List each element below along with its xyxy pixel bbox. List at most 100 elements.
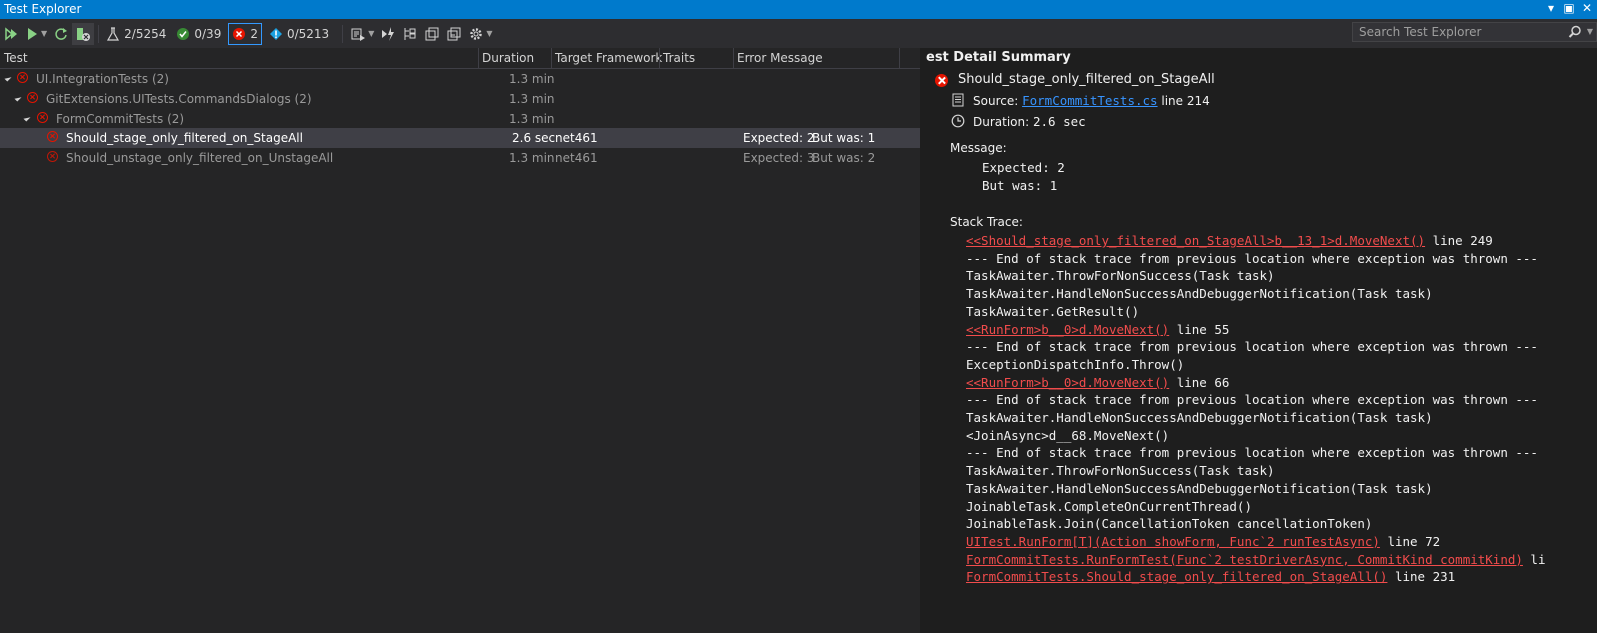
stack-frame-text: --- End of stack trace from previous loc… [966, 445, 1538, 461]
cancel-button[interactable] [72, 22, 95, 45]
stack-frame: <JoinAsync>d__68.MoveNext() [966, 428, 1169, 443]
playlist-icon [351, 28, 366, 41]
failed-icon [37, 112, 48, 123]
stack-trace-label: Stack Trace: [950, 215, 1023, 229]
maximize-icon[interactable]: ▣ [1563, 1, 1575, 15]
window-controls: ▾ ▣ ✕ [1545, 1, 1593, 15]
stack-frame-link[interactable]: <<RunForm>b__0>d.MoveNext() [966, 322, 1169, 337]
column-divider[interactable] [899, 48, 900, 68]
test-duration: 1.3 min [509, 151, 555, 165]
stack-frame-text: line 66 [1169, 374, 1230, 390]
error-expected: Expected: 3 [743, 151, 815, 165]
stack-frame[interactable]: UITest.RunForm[T](Action showForm, Func`… [966, 534, 1440, 549]
run-after-build-button[interactable] [377, 23, 399, 45]
stack-frame[interactable]: <<Should_stage_only_filtered_on_StageAll… [966, 233, 1493, 248]
collapse-all-button[interactable] [443, 23, 465, 45]
dropdown-icon[interactable]: ▾ [1545, 1, 1557, 15]
test-name: Should_stage_only_filtered_on_StageAll [66, 131, 303, 145]
playlist-button[interactable]: ▼ [347, 23, 377, 45]
column-divider[interactable] [659, 48, 660, 68]
stack-frame: --- End of stack trace from previous loc… [966, 251, 1538, 266]
table-row[interactable]: GitExtensions.UITests.CommandsDialogs (2… [0, 89, 920, 109]
failed-tests-filter[interactable]: 2 [228, 22, 262, 45]
table-row[interactable]: Should_unstage_only_filtered_on_UnstageA… [0, 148, 920, 168]
stack-frame: TaskAwaiter.HandleNonSuccessAndDebuggerN… [966, 481, 1433, 496]
stack-frame-text: <JoinAsync>d__68.MoveNext() [966, 427, 1170, 443]
passed-tests-filter[interactable]: 0/39 [173, 23, 224, 45]
stack-frame[interactable]: FormCommitTests.Should_stage_only_filter… [966, 569, 1455, 584]
stack-frame-text: TaskAwaiter.ThrowForNonSuccess(Task task… [966, 463, 1275, 479]
close-icon[interactable]: ✕ [1581, 1, 1593, 15]
test-framework: net461 [555, 131, 598, 145]
column-header-target-framework[interactable]: Target Framework [555, 51, 662, 65]
expand-triangle-icon[interactable] [4, 74, 12, 82]
stack-frame-text: JoinableTask.CompleteOnCurrentThread() [966, 498, 1252, 514]
stack-frame[interactable]: FormCommitTests.RunFormTest(Func`2 testD… [966, 552, 1545, 567]
stack-frame-link[interactable]: FormCommitTests.RunFormTest(Func`2 testD… [966, 552, 1523, 567]
stack-frame[interactable]: <<RunForm>b__0>d.MoveNext() line 66 [966, 375, 1229, 390]
refresh-icon [55, 27, 68, 40]
stack-frame-link[interactable]: <<RunForm>b__0>d.MoveNext() [966, 375, 1169, 390]
failed-icon [47, 131, 58, 142]
table-row[interactable]: UI.IntegrationTests (2) 1.3 min [0, 69, 920, 89]
chevron-down-icon[interactable]: ▼ [41, 29, 47, 38]
expand-triangle-icon[interactable] [14, 94, 22, 102]
column-header-error-message[interactable]: Error Message [737, 51, 823, 65]
message-label: Message: [950, 141, 1007, 155]
source-file-link[interactable]: FormCommitTests.cs [1022, 93, 1157, 108]
test-name: UI.IntegrationTests (2) [36, 72, 169, 86]
message-line: Expected: 2 [982, 160, 1065, 175]
hierarchy-icon [404, 27, 416, 40]
settings-button[interactable]: ▼ [465, 23, 495, 45]
chevron-down-icon[interactable]: ▼ [486, 29, 492, 38]
failed-icon [47, 151, 58, 162]
stack-frame-link[interactable]: <<Should_stage_only_filtered_on_StageAll… [966, 233, 1425, 248]
stack-frame-text: TaskAwaiter.GetResult() [966, 303, 1140, 319]
test-detail-summary: est Detail Summary Should_stage_only_fil… [924, 48, 1597, 633]
gear-icon [470, 27, 483, 40]
stack-frame-text: TaskAwaiter.HandleNonSuccessAndDebuggerN… [966, 410, 1433, 425]
table-row[interactable]: Should_stage_only_filtered_on_StageAll 2… [0, 128, 920, 148]
test-duration: 1.3 min [509, 72, 555, 86]
failed-icon [935, 74, 948, 87]
column-header-test[interactable]: Test [4, 51, 28, 65]
expand-triangle-icon[interactable] [23, 114, 31, 122]
expand-all-button[interactable] [421, 23, 443, 45]
chevron-down-icon[interactable]: ▼ [1587, 27, 1593, 36]
column-divider[interactable] [733, 48, 734, 68]
column-divider[interactable] [551, 48, 552, 68]
stack-frame: TaskAwaiter.ThrowForNonSuccess(Task task… [966, 268, 1275, 283]
stack-frame-text: --- End of stack trace from previous loc… [966, 250, 1538, 266]
test-framework: net461 [555, 151, 598, 165]
not-run-tests-count: 0/5213 [286, 26, 330, 41]
not-run-tests-filter[interactable]: 0/5213 [266, 23, 332, 45]
column-header-traits[interactable]: Traits [663, 51, 695, 65]
play-icon [28, 27, 37, 40]
window-title: Test Explorer [4, 2, 82, 16]
chevron-down-icon[interactable]: ▼ [368, 29, 374, 38]
stack-frame-text: JoinableTask.Join(CancellationToken canc… [966, 516, 1373, 532]
source-line: line 214 [1161, 94, 1210, 108]
stack-frame: TaskAwaiter.HandleNonSuccessAndDebuggerN… [966, 410, 1433, 425]
search-input[interactable] [1353, 23, 1575, 41]
repeat-last-run-button[interactable] [50, 23, 72, 45]
stack-frame[interactable]: <<RunForm>b__0>d.MoveNext() line 55 [966, 322, 1229, 337]
column-divider[interactable] [478, 48, 479, 68]
error-expected: Expected: 2 [743, 131, 815, 145]
search-icon[interactable] [1568, 25, 1582, 39]
stack-frame-link[interactable]: FormCommitTests.Should_stage_only_filter… [966, 569, 1387, 584]
group-by-button[interactable] [399, 23, 421, 45]
stack-frame: TaskAwaiter.HandleNonSuccessAndDebuggerN… [966, 286, 1433, 301]
test-duration: 1.3 min [509, 112, 555, 126]
total-tests-filter[interactable]: 2/5254 [103, 23, 169, 45]
total-tests-count: 2/5254 [124, 26, 167, 41]
stack-frame-link[interactable]: UITest.RunForm[T](Action showForm, Func`… [966, 534, 1380, 549]
stack-frame: --- End of stack trace from previous loc… [966, 445, 1538, 460]
run-button[interactable]: ▼ [22, 23, 50, 45]
stack-frame-text: TaskAwaiter.ThrowForNonSuccess(Task task… [966, 268, 1275, 284]
table-row[interactable]: FormCommitTests (2) 1.3 min [0, 109, 920, 129]
column-header-duration[interactable]: Duration [482, 51, 534, 65]
duration-label: Duration: [973, 115, 1030, 129]
failed-icon [17, 72, 28, 83]
run-all-button[interactable] [0, 23, 22, 45]
